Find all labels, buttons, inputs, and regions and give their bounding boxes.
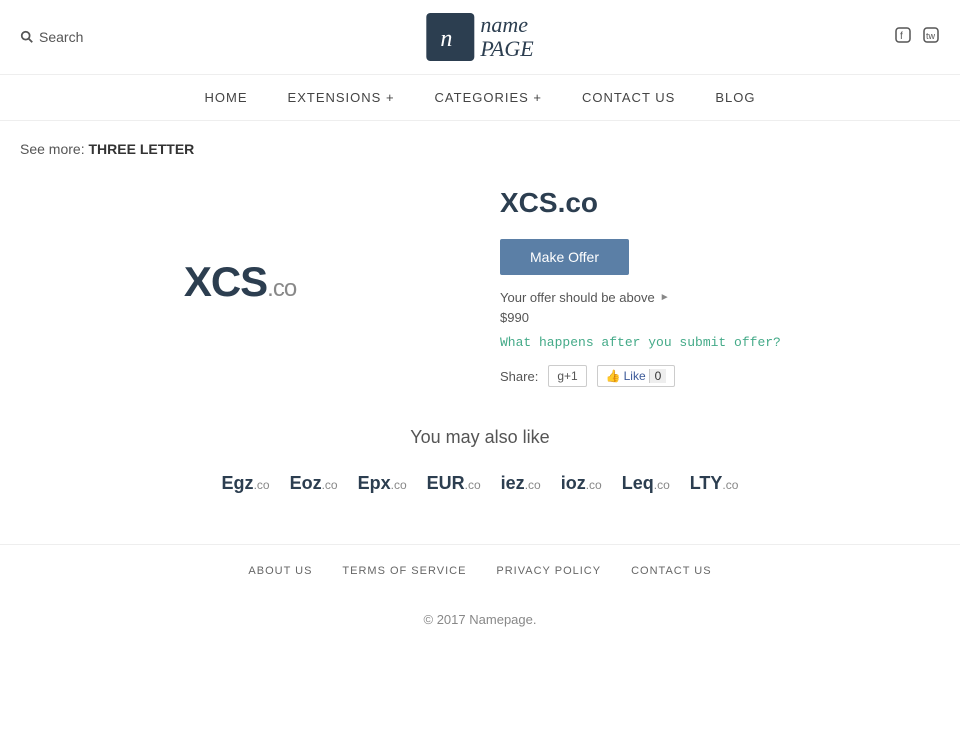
main-nav: HOME EXTENSIONS + CATEGORIES + CONTACT U… xyxy=(0,75,960,121)
search-icon xyxy=(20,30,34,44)
footer-terms[interactable]: TERMS OF SERVICE xyxy=(342,565,466,577)
domain-logo-display: XCS.co xyxy=(184,258,296,306)
logo-icon: n xyxy=(426,13,474,61)
domain-name-1: Eoz xyxy=(290,473,322,493)
domain-name-4: iez xyxy=(501,473,525,493)
what-happens-link[interactable]: What happens after you submit offer? xyxy=(500,335,940,350)
logo-page: PAGE xyxy=(480,37,533,61)
social-links: f tw xyxy=(820,26,940,49)
nav-blog[interactable]: BLOG xyxy=(715,90,755,105)
facebook-icon[interactable]: f xyxy=(894,26,912,49)
copyright-brand[interactable]: Namepage. xyxy=(469,612,536,627)
copyright-year: © 2017 xyxy=(424,612,466,627)
google-plus-button[interactable]: g+1 xyxy=(548,365,586,387)
list-item[interactable]: iez.co xyxy=(501,473,541,494)
see-more-link[interactable]: THREE LETTER xyxy=(88,141,194,157)
nav-home[interactable]: HOME xyxy=(205,90,248,105)
footer-about[interactable]: ABOUT US xyxy=(248,565,312,577)
breadcrumb: See more: THREE LETTER xyxy=(20,141,940,157)
thumbs-up-icon: 👍 xyxy=(606,369,621,383)
list-item[interactable]: Eoz.co xyxy=(290,473,338,494)
facebook-like-button[interactable]: 👍 Like 0 xyxy=(597,365,676,387)
offer-price: $990 xyxy=(500,310,940,325)
domain-info: XCS.co Make Offer Your offer should be a… xyxy=(500,177,940,387)
logo-text: name PAGE xyxy=(480,13,533,61)
fb-like-label: Like xyxy=(624,369,646,383)
svg-text:tw: tw xyxy=(926,31,936,41)
nav-categories[interactable]: CATEGORIES + xyxy=(435,90,542,105)
logo-svg: n xyxy=(435,22,465,52)
domain-name-0: Egz xyxy=(222,473,254,493)
also-like-section: You may also like Egz.co Eoz.co Epx.co E… xyxy=(20,427,940,494)
list-item[interactable]: LTY.co xyxy=(690,473,739,494)
site-logo[interactable]: n name PAGE xyxy=(426,13,533,61)
nav-extensions[interactable]: EXTENSIONS + xyxy=(288,90,395,105)
list-item[interactable]: ioz.co xyxy=(561,473,602,494)
fb-count: 0 xyxy=(649,369,667,383)
nav-contact[interactable]: CONTACT US xyxy=(582,90,675,105)
offer-hint: Your offer should be above ► xyxy=(500,290,940,305)
domain-name-7: LTY xyxy=(690,473,723,493)
twitter-icon[interactable]: tw xyxy=(922,26,940,49)
domain-title: XCS.co xyxy=(500,187,940,219)
domain-logo-name: XCS xyxy=(184,258,267,305)
header: Search n name PAGE f tw xyxy=(0,0,960,75)
logo-name: name xyxy=(480,13,533,37)
footer-contact[interactable]: CONTACT US xyxy=(631,565,712,577)
domain-name-3: EUR xyxy=(427,473,465,493)
list-item[interactable]: Egz.co xyxy=(222,473,270,494)
list-item[interactable]: EUR.co xyxy=(427,473,481,494)
domain-name-2: Epx xyxy=(358,473,391,493)
search-label: Search xyxy=(39,29,83,45)
domain-logo-area: XCS.co xyxy=(20,177,460,387)
domain-name-5: ioz xyxy=(561,473,586,493)
share-section: Share: g+1 👍 Like 0 xyxy=(500,365,940,387)
also-like-domains: Egz.co Eoz.co Epx.co EUR.co iez.co ioz.c… xyxy=(20,473,940,494)
make-offer-button[interactable]: Make Offer xyxy=(500,239,629,275)
svg-text:f: f xyxy=(900,31,903,42)
list-item[interactable]: Leq.co xyxy=(622,473,670,494)
footer-copyright: © 2017 Namepage. xyxy=(0,597,960,642)
domain-logo-ext: .co xyxy=(267,275,296,302)
domain-section: XCS.co XCS.co Make Offer Your offer shou… xyxy=(20,177,940,387)
footer-privacy[interactable]: PRIVACY POLICY xyxy=(496,565,601,577)
see-more-prefix: See more: xyxy=(20,141,85,157)
offer-arrow-icon: ► xyxy=(660,292,670,303)
main-content: See more: THREE LETTER XCS.co XCS.co Mak… xyxy=(0,121,960,544)
domain-name-6: Leq xyxy=(622,473,654,493)
svg-text:n: n xyxy=(440,26,452,52)
share-label: Share: xyxy=(500,369,538,384)
search-button[interactable]: Search xyxy=(20,29,140,45)
also-like-title: You may also like xyxy=(20,427,940,448)
footer-links: ABOUT US TERMS OF SERVICE PRIVACY POLICY… xyxy=(0,544,960,597)
list-item[interactable]: Epx.co xyxy=(358,473,407,494)
